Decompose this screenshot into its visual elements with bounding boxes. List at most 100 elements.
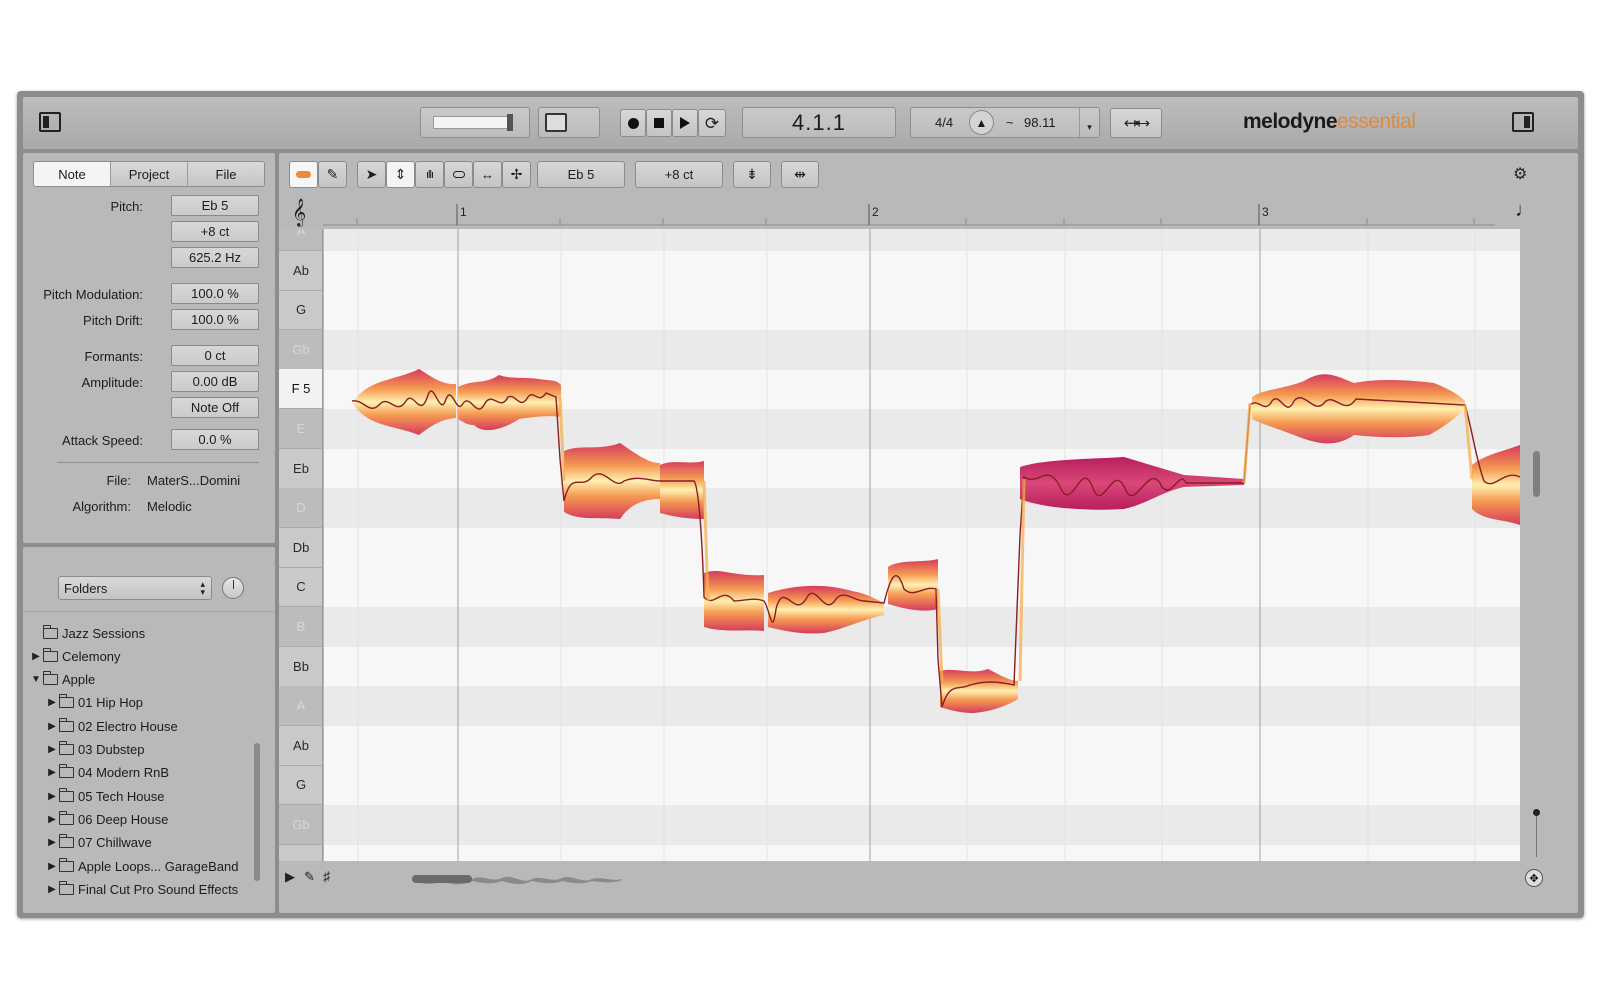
main-tool-button[interactable]: ➤ (357, 161, 386, 188)
toggle-right-panel-button[interactable] (1512, 112, 1534, 132)
pitch-key[interactable]: G (279, 765, 322, 806)
note-grid[interactable] (324, 229, 1520, 861)
scrub-tool-icon[interactable]: ✎ (304, 869, 315, 885)
pitch-key[interactable]: A (279, 229, 322, 251)
pitch-hz-field[interactable]: 625.2 Hz (171, 247, 259, 268)
folder-item[interactable]: ▶ 02 Electro House (47, 715, 178, 737)
pitch-cents-display[interactable]: +8 ct (635, 161, 723, 188)
pitch-key[interactable]: Eb (279, 449, 322, 489)
disclosure-collapsed-icon[interactable]: ▶ (47, 697, 57, 708)
vertical-zoom-handle[interactable] (1533, 809, 1540, 816)
browser-dial-icon[interactable] (222, 577, 244, 599)
tempo-detect-button[interactable]: ↤•↦ (1110, 108, 1162, 138)
pitch-modulation-field[interactable]: 100.0 % (171, 283, 259, 304)
scale-snap-icon[interactable]: ♯ (323, 868, 330, 884)
browser-scrollbar[interactable] (254, 743, 260, 881)
formants-field[interactable]: 0 ct (171, 345, 259, 366)
attack-speed-field[interactable]: 0.0 % (171, 429, 259, 450)
folder-item[interactable]: ▶ 07 Chillwave (47, 832, 152, 854)
pitch-key[interactable]: Ab (279, 726, 322, 766)
amplitude-field[interactable]: 0.00 dB (171, 371, 259, 392)
pitch-key[interactable]: Gb (279, 805, 322, 845)
tempo-display[interactable]: 4/4 ▲ ~ 98.11 ▾ (910, 107, 1100, 138)
bar-ruler[interactable]: 1 2 3 (323, 202, 1495, 226)
note-assignment-button[interactable] (289, 161, 318, 188)
metronome-icon[interactable]: ▲ (969, 110, 994, 135)
pitch-key[interactable]: Db (279, 528, 322, 568)
disclosure-collapsed-icon[interactable]: ▶ (47, 744, 57, 755)
pitch-note-field[interactable]: Eb 5 (171, 195, 259, 216)
ruler-ticks (323, 204, 1495, 226)
folder-item[interactable]: ▶ 01 Hip Hop (47, 692, 143, 714)
disclosure-collapsed-icon[interactable]: ▶ (47, 884, 57, 895)
overview-waveform[interactable] (412, 869, 622, 889)
correct-pitch-button[interactable]: ⇟ (733, 161, 771, 188)
folder-item[interactable]: ▶ Final Cut Pro Sound Effects (47, 878, 238, 900)
folder-item[interactable]: ▶ Celemony (31, 645, 121, 667)
fit-view-icon[interactable]: ✥ (1525, 869, 1543, 887)
disclosure-collapsed-icon[interactable]: ▶ (31, 651, 41, 662)
pitch-drift-field[interactable]: 100.0 % (171, 309, 259, 330)
play-button[interactable] (672, 109, 698, 137)
folder-item[interactable]: ▼ Apple (31, 669, 95, 691)
note-blob (1472, 445, 1520, 525)
folder-item[interactable]: ▶ Apple Loops... GarageBand (47, 855, 238, 877)
vertical-scrollbar-thumb[interactable] (1533, 451, 1540, 497)
pitch-key[interactable]: Bb (279, 647, 322, 687)
separation-tool-button[interactable]: ✢ (502, 161, 531, 188)
position-display[interactable]: 4.1.1 (742, 107, 896, 138)
blob-icon (296, 171, 311, 178)
vertical-scroll-area[interactable] (1527, 229, 1547, 861)
pitch-key[interactable]: D (279, 488, 322, 529)
note-off-button[interactable]: Note Off (171, 397, 259, 418)
stop-button[interactable] (646, 109, 672, 137)
source-select[interactable]: Folders ▴ ▾ (58, 576, 212, 600)
pitch-tool-button[interactable]: ⇕ (386, 161, 415, 188)
pitch-key[interactable]: F 5 (279, 369, 322, 410)
disclosure-collapsed-icon[interactable]: ▶ (47, 814, 57, 825)
disclosure-collapsed-icon[interactable]: ▶ (47, 721, 57, 732)
pitch-key[interactable]: B (279, 607, 322, 647)
disclosure-collapsed-icon[interactable]: ▶ (47, 791, 57, 802)
folder-item[interactable]: ▶ 05 Tech House (47, 785, 165, 807)
disclosure-collapsed-icon[interactable]: ▶ (47, 861, 57, 872)
folder-item[interactable]: Jazz Sessions (31, 622, 145, 644)
disclosure-collapsed-icon[interactable]: ▶ (47, 767, 57, 778)
pitch-key[interactable]: G (279, 290, 322, 331)
folder-icon (58, 694, 74, 709)
note-value-icon[interactable]: ♩ (1515, 199, 1535, 222)
folder-item[interactable]: ▶ 04 Modern RnB (47, 762, 169, 784)
pitch-key[interactable]: Gb (279, 329, 322, 370)
amplitude-tool-button[interactable] (444, 161, 473, 188)
vertical-zoom-slider[interactable] (1536, 813, 1537, 857)
master-volume-slider[interactable] (420, 107, 530, 138)
pitch-key[interactable]: E (279, 409, 322, 449)
clef-icon[interactable]: 𝄞 (292, 198, 306, 226)
tab-note[interactable]: Note (34, 162, 111, 186)
play-cursor-icon[interactable]: ▶ (285, 869, 295, 885)
folder-item[interactable]: ▶ 06 Deep House (47, 808, 168, 830)
tab-file[interactable]: File (188, 162, 264, 186)
macro-tool-button[interactable]: ✎ (318, 161, 347, 188)
pitch-note-display[interactable]: Eb 5 (537, 161, 625, 188)
folder-item[interactable]: ▶ 03 Dubstep (47, 739, 145, 761)
playhead-toggle[interactable] (538, 107, 600, 138)
pitch-ruler[interactable]: A Ab G Gb F 5 E Eb D Db C B Bb A Ab G Gb (279, 229, 323, 861)
record-button[interactable] (620, 109, 646, 137)
disclosure-expanded-icon[interactable]: ▼ (31, 674, 41, 685)
toggle-left-panel-button[interactable] (39, 112, 61, 132)
pitch-cents-field[interactable]: +8 ct (171, 221, 259, 242)
timing-tool-button[interactable]: ↔ (473, 161, 502, 188)
note-editor: ✎ ➤ ⇕ ıllı ↔ ✢ Eb 5 +8 ct ⇟ ⇹ ⚙ 𝄞 1 2 3 … (279, 153, 1578, 913)
tab-project[interactable]: Project (111, 162, 188, 186)
formant-tool-button[interactable]: ıllı (415, 161, 444, 188)
pitch-key[interactable]: A (279, 686, 322, 727)
file-value: MaterS...Domini (147, 473, 241, 488)
tempo-dropdown-icon[interactable]: ▾ (1079, 108, 1099, 137)
quantize-time-button[interactable]: ⇹ (781, 161, 819, 188)
pitch-key[interactable]: C (279, 567, 322, 608)
settings-gear-icon[interactable]: ⚙ (1513, 164, 1527, 184)
disclosure-collapsed-icon[interactable]: ▶ (47, 837, 57, 848)
loop-button[interactable]: ⟳ (698, 109, 726, 137)
pitch-key[interactable]: Ab (279, 251, 322, 291)
